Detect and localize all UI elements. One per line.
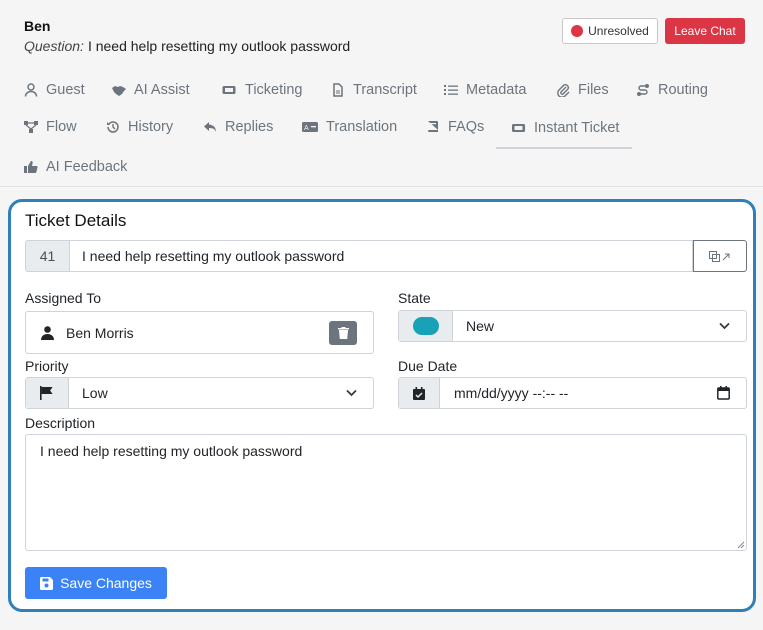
description-label: Description [25,415,96,431]
card-title: Ticket Details [25,211,127,230]
chevron-down-icon [719,322,730,330]
tab-label: Files [578,82,609,98]
svg-text:A: A [304,125,309,132]
list-icon [444,85,458,95]
unresolved-label: Unresolved [588,24,649,38]
priority-select[interactable]: Low [69,378,373,408]
tab-guest[interactable]: Guest [24,71,85,109]
tab-replies[interactable]: Replies [203,108,273,146]
flow-icon [24,121,38,133]
ticket-title-input[interactable]: I need help resetting my outlook passwor… [70,240,693,272]
tab-metadata[interactable]: Metadata [444,71,526,109]
tab-faqs[interactable]: FAQs [426,108,484,146]
ticket-id: 41 [25,240,70,272]
due-date-input[interactable]: mm/dd/yyyy --:-- -- [440,378,746,408]
tab-label: AI Assist [134,82,190,98]
calendar-icon[interactable] [717,386,730,400]
external-link-icon [709,251,730,262]
tab-instant-ticket[interactable]: Instant Ticket [496,108,632,149]
guest-name: Ben [24,18,51,34]
due-date-placeholder: mm/dd/yyyy --:-- -- [454,385,569,401]
priority-select-group: Low [25,377,374,409]
status-dot-icon [571,25,584,37]
chevron-down-icon [346,389,357,397]
state-toggle-addon [399,311,453,341]
user-icon [41,325,54,340]
tab-files[interactable]: Files [556,71,609,109]
leave-chat-button[interactable]: Leave Chat [665,18,745,44]
unresolved-button[interactable]: Unresolved [562,18,658,44]
state-select-group: New [398,310,747,342]
tab-ai-feedback[interactable]: AI Feedback [24,148,127,186]
tab-label: Ticketing [245,82,303,98]
question-text: I need help resetting my outlook passwor… [87,38,351,54]
tab-label: FAQs [448,119,485,135]
route-icon [637,84,649,96]
save-label: Save Changes [60,575,152,591]
due-date-group: mm/dd/yyyy --:-- -- [398,377,747,409]
file-icon [333,83,343,97]
tab-label: Routing [658,82,708,98]
priority-addon [26,378,69,408]
tab-label: Transcript [353,82,417,98]
tab-label: Replies [225,119,274,135]
trash-icon [337,327,349,339]
tab-label: Translation [326,119,398,135]
reply-icon [204,122,216,132]
tab-label: History [128,119,174,135]
tab-ai-assist[interactable]: AI Assist [112,71,190,109]
ticket-title-group: 41 I need help resetting my outlook pass… [25,240,747,272]
tab-history[interactable]: History [106,108,173,146]
tab-label: Metadata [466,82,527,98]
user-icon [24,83,38,97]
ticket-icon [222,86,236,94]
tab-label: Instant Ticket [534,119,620,136]
state-label: State [398,290,431,306]
tab-routing[interactable]: Routing [636,71,708,109]
resize-grip-icon[interactable] [737,541,745,549]
book-icon [428,121,438,132]
description-text: I need help resetting my outlook passwor… [40,443,303,459]
assignee-name: Ben Morris [66,324,134,341]
question-label: Question: [24,38,84,54]
priority-value: Low [82,385,108,401]
state-value: New [466,318,495,334]
tab-flow[interactable]: Flow [24,108,77,146]
remove-assignee-button[interactable] [329,321,357,345]
tab-label: AI Feedback [46,159,128,175]
paperclip-icon [557,84,570,97]
state-toggle-icon[interactable] [412,317,439,335]
ticket-icon [512,123,525,132]
chat-header: Ben Question: I need help resetting my ou… [0,0,763,187]
due-date-label: Due Date [398,358,458,374]
state-select[interactable]: New [453,311,746,341]
history-icon [107,121,119,133]
ticket-details-card: Ticket Details 41 I need help resetting … [8,199,756,612]
tab-label: Guest [46,82,85,98]
assignee-field: Ben Morris [25,311,374,354]
tab-transcript[interactable]: Transcript [331,71,417,109]
handshake-icon [112,86,126,96]
translation-icon: A [302,122,318,132]
save-changes-button[interactable]: Save Changes [25,567,167,599]
due-date-addon [399,378,440,408]
chat-question: Question: I need help resetting my outloo… [24,38,350,54]
save-icon [40,576,54,590]
thumbs-up-icon [24,161,38,174]
assigned-to-label: Assigned To [25,290,102,306]
tab-translation[interactable]: A Translation [302,108,397,146]
open-ticket-button[interactable] [693,240,747,272]
tab-ticketing[interactable]: Ticketing [221,71,302,109]
description-textarea[interactable]: I need help resetting my outlook passwor… [25,434,747,551]
priority-label: Priority [25,358,69,374]
flag-icon [40,386,53,400]
tab-label: Flow [46,119,77,135]
calendar-check-icon [413,386,425,400]
